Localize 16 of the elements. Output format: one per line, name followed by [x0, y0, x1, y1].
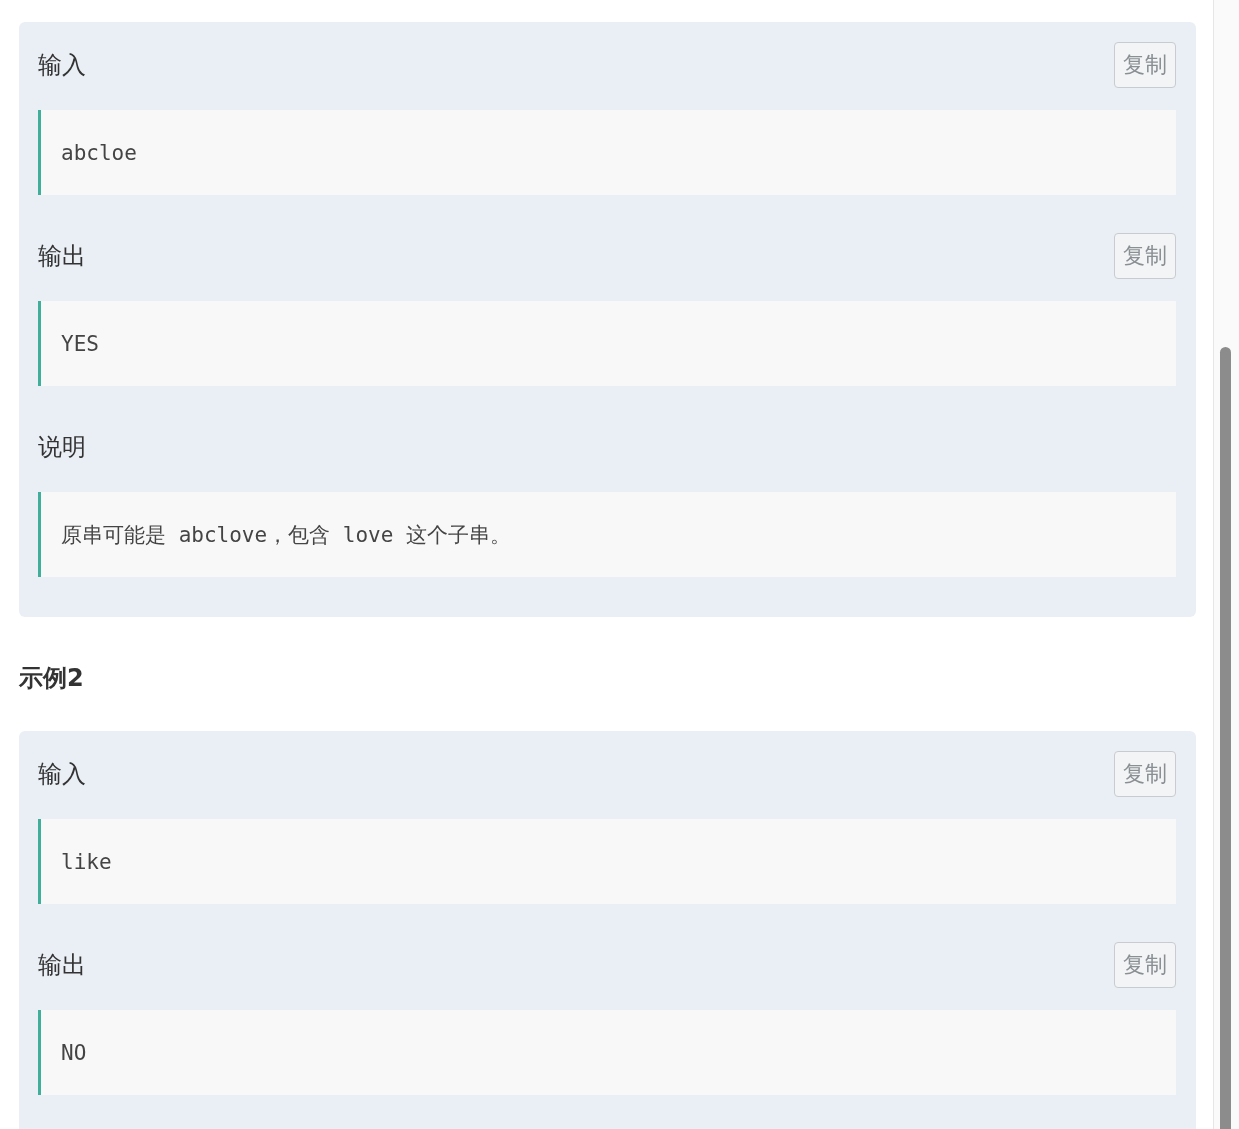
- scrollbar-thumb[interactable]: [1220, 347, 1231, 1129]
- code-text: abcloe: [61, 140, 137, 165]
- section-label: 输出: [38, 241, 86, 272]
- code-text: NO: [61, 1040, 87, 1065]
- example-heading: 示例2: [19, 663, 84, 694]
- copy-button[interactable]: 复制: [1114, 942, 1176, 988]
- code-text: like: [61, 849, 112, 874]
- section-label: 说明: [38, 432, 86, 463]
- section-label: 输出: [38, 950, 86, 981]
- section-label: 输入: [38, 759, 86, 790]
- code-text: YES: [61, 331, 99, 356]
- copy-button[interactable]: 复制: [1114, 42, 1176, 88]
- copy-button[interactable]: 复制: [1114, 751, 1176, 797]
- copy-button[interactable]: 复制: [1114, 233, 1176, 279]
- code-text: 原串可能是 abclove，包含 love 这个子串。: [61, 521, 511, 549]
- section-label: 输入: [38, 50, 86, 81]
